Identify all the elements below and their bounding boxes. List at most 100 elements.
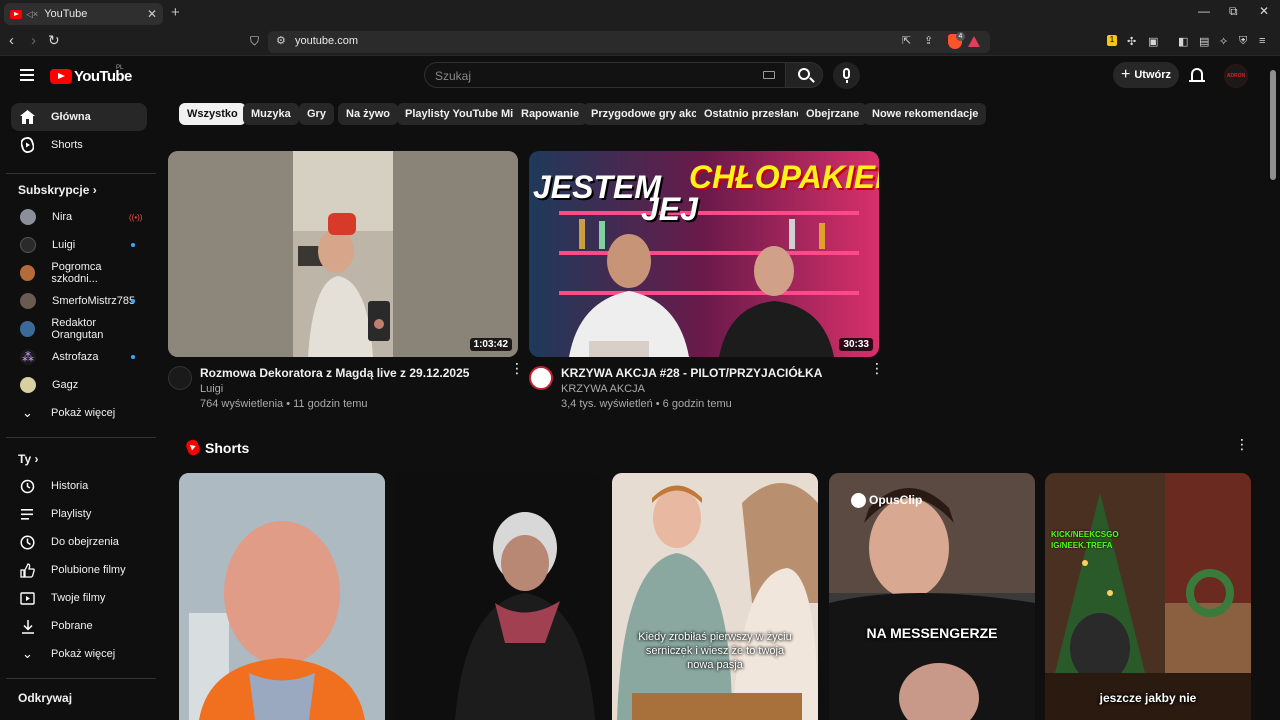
search-input[interactable]: Szukaj bbox=[424, 62, 786, 88]
sidebar-item-subscription[interactable]: Luigi bbox=[11, 231, 147, 259]
sidebar-item-shorts[interactable]: Shorts bbox=[11, 131, 147, 159]
watch-later-icon bbox=[20, 534, 35, 550]
channel-avatar bbox=[20, 209, 36, 225]
divider bbox=[6, 173, 156, 174]
screenshot-icon[interactable]: ▣ bbox=[1148, 35, 1158, 48]
sidebar-item-history[interactable]: Historia bbox=[11, 472, 147, 500]
share-icon[interactable]: ⇪ bbox=[924, 34, 933, 47]
video-thumbnail[interactable]: 1:03:42 bbox=[168, 151, 518, 357]
sidebar-item-subscription[interactable]: Nira bbox=[11, 203, 147, 231]
chip-music[interactable]: Muzyka bbox=[243, 103, 299, 125]
short-card[interactable] bbox=[395, 473, 601, 720]
voice-search-button[interactable] bbox=[833, 62, 860, 89]
brave-rewards-icon[interactable] bbox=[968, 36, 980, 47]
sidebar-item-your-videos[interactable]: Twoje filmy bbox=[11, 584, 147, 612]
video-title[interactable]: Rozmowa Dekoratora z Magdą live z 29.12.… bbox=[200, 366, 469, 380]
video-title[interactable]: KRZYWA AKCJA #28 - PILOT/PRZYJACIÓŁKA bbox=[561, 366, 822, 380]
bookmark-icon[interactable]: ⛉ bbox=[250, 34, 259, 49]
channel-avatar bbox=[20, 321, 36, 337]
short-card[interactable]: OpusClip NA MESSENGERZE bbox=[829, 473, 1035, 720]
search-button[interactable] bbox=[785, 62, 823, 88]
sidebar-item-subscription[interactable]: Gagz bbox=[11, 371, 147, 399]
shorts-section-title: Shorts bbox=[205, 440, 250, 456]
sidebar-item-subscription[interactable]: Pogromca szkodni... bbox=[11, 259, 147, 287]
short-card[interactable]: KICK/NEEKCSGO IG/NEEK.TREFA jeszcze jakb… bbox=[1045, 473, 1251, 720]
vpn-icon[interactable]: ⛨ bbox=[1239, 35, 1247, 48]
sidebar-item-home[interactable]: Główna bbox=[11, 103, 147, 131]
open-in-app-icon[interactable]: ⇱ bbox=[902, 34, 911, 47]
restore-icon[interactable]: ⧉ bbox=[1229, 4, 1238, 19]
keyboard-icon[interactable] bbox=[763, 71, 775, 79]
chip-youtube-mix[interactable]: Playlisty YouTube Mix bbox=[397, 103, 528, 125]
sidebar-item-subscription[interactable]: ⁂ Astrofaza bbox=[11, 343, 147, 371]
video-channel[interactable]: Luigi bbox=[200, 383, 223, 395]
sidebar-item-liked[interactable]: Polubione filmy bbox=[11, 556, 147, 584]
chip-live[interactable]: Na żywo bbox=[338, 103, 399, 125]
chip-new-recommendations[interactable]: Nowe rekomendacje bbox=[864, 103, 987, 125]
channel-avatar: ⁂ bbox=[20, 349, 36, 365]
wallet-icon[interactable]: ▤ bbox=[1199, 35, 1209, 48]
chip-games[interactable]: Gry bbox=[299, 103, 334, 125]
chip-all[interactable]: Wszystko bbox=[179, 103, 246, 125]
channel-name: Gagz bbox=[52, 379, 79, 391]
extensions-puzzle-icon[interactable]: ✣ bbox=[1127, 35, 1136, 48]
new-content-dot bbox=[131, 355, 135, 359]
home-icon bbox=[20, 110, 35, 125]
like-icon bbox=[20, 562, 35, 578]
close-tab-icon[interactable]: ✕ bbox=[147, 7, 157, 21]
video-thumbnail[interactable]: JESTEM JEJ CHŁOPAKIEM! 30:33 bbox=[529, 151, 879, 357]
new-content-dot bbox=[131, 243, 135, 247]
short-card[interactable]: Kiedy zrobiłaś pierwszy w życiu sernicze… bbox=[612, 473, 818, 720]
youtube-favicon-icon bbox=[10, 9, 22, 19]
you-header-label: Ty bbox=[18, 452, 32, 466]
chip-rap[interactable]: Rapowanie bbox=[513, 103, 588, 125]
menu-icon[interactable]: ≡ bbox=[1259, 35, 1265, 47]
sidebar-item-subscription[interactable]: Redaktor Orangutan bbox=[11, 315, 147, 343]
chip-recently-uploaded[interactable]: Ostatnio przesłane bbox=[696, 103, 811, 125]
video-channel[interactable]: KRZYWA AKCJA bbox=[561, 383, 645, 395]
audio-off-icon[interactable]: ◁× bbox=[26, 9, 38, 20]
show-more-subscriptions[interactable]: ⌄ Pokaż więcej bbox=[11, 399, 147, 427]
sidebar-item-watch-later[interactable]: Do obejrzenia bbox=[11, 528, 147, 556]
more-options-icon[interactable]: ⋮ bbox=[510, 361, 524, 375]
show-more-you[interactable]: ⌄ Pokaż więcej bbox=[11, 640, 147, 668]
sidebar-toggle-icon[interactable]: ◧ bbox=[1178, 35, 1188, 48]
history-icon bbox=[20, 479, 35, 494]
chip-watched[interactable]: Obejrzane bbox=[798, 103, 868, 125]
close-window-icon[interactable]: ✕ bbox=[1259, 4, 1269, 18]
opusclip-brand: OpusClip bbox=[851, 493, 923, 509]
guide-menu-icon[interactable] bbox=[20, 69, 34, 81]
sidebar-item-label: Shorts bbox=[51, 139, 83, 151]
site-settings-icon[interactable]: ⚙ bbox=[276, 34, 286, 47]
minimize-icon[interactable]: — bbox=[1198, 4, 1210, 18]
youtube-header: YouTube PL Szukaj + Utwórz ADRON bbox=[0, 57, 1268, 93]
scrollbar-thumb[interactable] bbox=[1270, 70, 1276, 180]
channel-avatar[interactable] bbox=[168, 366, 192, 390]
notifications-bell-icon[interactable] bbox=[1189, 68, 1205, 82]
you-header[interactable]: Ty › bbox=[18, 452, 38, 466]
subscriptions-header[interactable]: Subskrypcje › bbox=[18, 183, 97, 197]
opusclip-label: OpusClip bbox=[869, 493, 923, 507]
leo-ai-icon[interactable]: ✧ bbox=[1219, 35, 1228, 48]
chevron-down-icon: ⌄ bbox=[22, 405, 33, 420]
show-more-label: Pokaż więcej bbox=[51, 648, 116, 660]
channel-avatar[interactable] bbox=[529, 366, 553, 390]
forward-icon[interactable]: › bbox=[31, 32, 36, 49]
channel-name: Pogromca szkodni... bbox=[51, 261, 102, 285]
sidebar-item-downloads[interactable]: Pobrane bbox=[11, 612, 147, 640]
chip-action-adventure[interactable]: Przygodowe gry akcji bbox=[583, 103, 712, 125]
more-options-icon[interactable]: ⋮ bbox=[1235, 437, 1249, 451]
new-tab-icon[interactable]: + bbox=[171, 4, 180, 21]
sidebar-item-playlists[interactable]: Playlisty bbox=[11, 500, 147, 528]
short-card[interactable] bbox=[179, 473, 385, 720]
address-bar[interactable]: ⚙ youtube.com ⇱ ⇪ 4 bbox=[268, 31, 990, 53]
video-meta: 3,4 tys. wyświetleń • 6 godzin temu bbox=[561, 398, 732, 410]
reload-icon[interactable]: ↻ bbox=[48, 32, 60, 49]
extension-icon[interactable]: 1 bbox=[1107, 35, 1117, 46]
account-avatar[interactable]: ADRON bbox=[1224, 64, 1248, 88]
browser-tab[interactable]: ◁× YouTube ✕ bbox=[4, 3, 163, 25]
more-options-icon[interactable]: ⋮ bbox=[870, 361, 884, 375]
create-button[interactable]: + Utwórz bbox=[1113, 62, 1179, 88]
sidebar-item-subscription[interactable]: SmerfoMistrz785 bbox=[11, 287, 147, 315]
back-icon[interactable]: ‹ bbox=[9, 32, 14, 49]
